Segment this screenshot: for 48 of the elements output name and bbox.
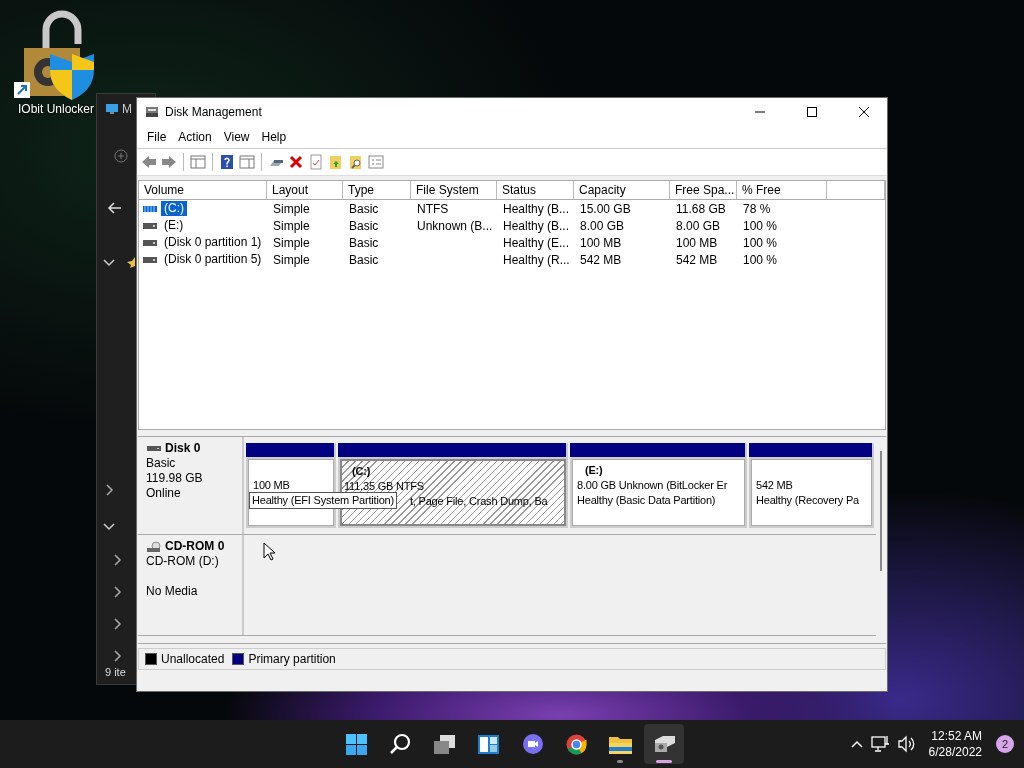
- table-cell-text: 100 MB: [675, 235, 719, 250]
- table-cell-text: 11.68 GB: [675, 201, 727, 216]
- table-cell-text: Healthy (B...: [502, 201, 571, 216]
- partition-label: (E:): [584, 463, 603, 478]
- table-cell-text: Healthy (R...: [502, 252, 571, 267]
- disk-info: CD-ROM (D:): [146, 554, 220, 569]
- window-title: Disk Management: [165, 105, 263, 119]
- disk-status: No Media: [146, 584, 199, 599]
- partition-info: t, Page File, Crash Dump, Ba: [410, 494, 548, 509]
- disk-info: 119.98 GB: [146, 471, 204, 486]
- disk-info: Basic: [146, 456, 177, 471]
- table-cell-text: Basic: [348, 235, 380, 250]
- table-cell-text: Simple: [272, 218, 311, 233]
- table-cell-text: 100 %: [742, 235, 779, 250]
- partition-info: 542 MB: [756, 478, 793, 493]
- legend-label: Primary partition: [248, 652, 336, 666]
- table-cell-text: Healthy (E...: [502, 235, 571, 250]
- partition-info: 111.35 GB NTFS: [344, 479, 424, 494]
- tooltip: Healthy (EFI System Partition): [249, 492, 397, 509]
- table-cell-text: 542 MB: [675, 252, 719, 267]
- table-cell-text: Simple: [272, 201, 311, 216]
- status-text: 9 ite: [105, 666, 126, 678]
- table-cell-text: 15.00 GB: [579, 201, 632, 216]
- window-title: M: [122, 102, 132, 116]
- disk-name: Disk 0: [165, 441, 201, 456]
- table-cell-text: Basic: [348, 201, 380, 216]
- table-cell-text: Basic: [348, 218, 380, 233]
- table-cell-text: Unknown (B...: [416, 218, 494, 233]
- table-cell-text: 8.00 GB: [675, 218, 722, 233]
- table-cell-text: 100 %: [742, 252, 779, 267]
- partition-info: Healthy (Recovery Pa: [756, 493, 859, 508]
- partition-label: (C:): [351, 464, 371, 479]
- table-cell-text: 78 %: [742, 201, 772, 216]
- legend-label: Unallocated: [161, 652, 225, 666]
- disk-status: Online: [146, 486, 182, 501]
- partition-info: 8.00 GB Unknown (BitLocker Er: [577, 478, 728, 493]
- table-cell-text: NTFS: [416, 201, 450, 216]
- table-cell-text: 100 MB: [579, 235, 623, 250]
- disk-name: CD-ROM 0: [165, 539, 225, 554]
- partition-info: Healthy (Basic Data Partition): [577, 493, 716, 508]
- table-cell-text: 8.00 GB: [579, 218, 626, 233]
- table-cell-text: Simple: [272, 252, 311, 267]
- table-cell-text: 100 %: [742, 218, 779, 233]
- table-cell-text: Healthy (B...: [502, 218, 571, 233]
- table-cell-text: Simple: [272, 235, 311, 250]
- table-cell-text: 542 MB: [579, 252, 623, 267]
- table-cell-text: Basic: [348, 252, 380, 267]
- partition-info: 100 MB: [253, 478, 290, 493]
